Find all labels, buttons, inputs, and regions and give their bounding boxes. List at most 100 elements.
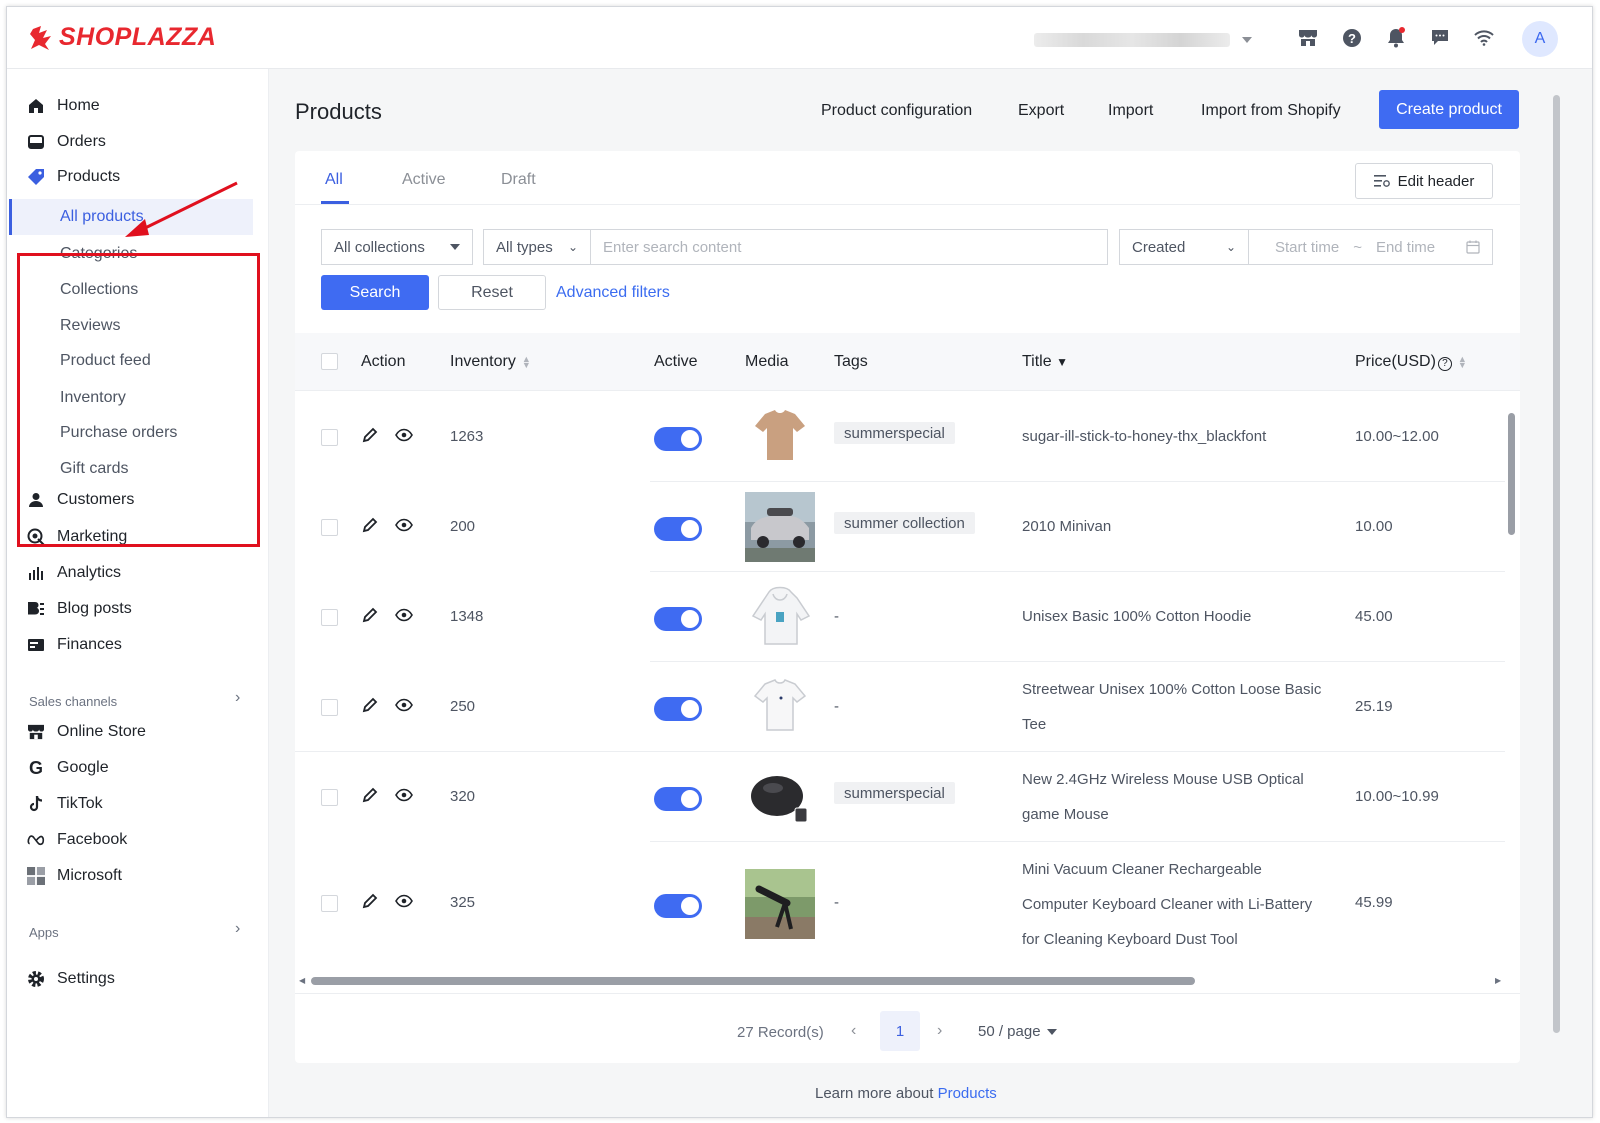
search-button[interactable]: Search (321, 275, 429, 310)
scroll-left-icon[interactable]: ◀ (299, 976, 305, 985)
row-checkbox[interactable] (321, 699, 338, 716)
help-icon[interactable]: ? (1341, 27, 1363, 49)
collections-select[interactable]: All collections (321, 229, 473, 265)
table-horizontal-scrollbar[interactable] (311, 977, 1195, 985)
sidebar-item-online-store[interactable]: Online Store (27, 719, 146, 745)
product-image-tee[interactable] (745, 672, 815, 742)
product-title[interactable]: sugar-ill-stick-to-honey-thx_blackfont (1022, 419, 1332, 454)
edit-icon[interactable] (361, 696, 379, 718)
shoplazza-logo[interactable]: SHOPLAZZA (29, 23, 216, 52)
sidebar-item-blog-posts[interactable]: Blog posts (27, 596, 132, 622)
sort-icon[interactable]: ▲ ▼ (522, 354, 531, 369)
active-toggle[interactable] (654, 607, 702, 631)
page-size-select[interactable]: 50 / page (978, 1023, 1057, 1040)
edit-icon[interactable] (361, 516, 379, 538)
table-row[interactable]: 1348 - Unisex Basic 100% Cotton Hoodie 4… (295, 572, 1505, 662)
date-type-select[interactable]: Created ⌄ (1119, 229, 1249, 265)
types-select[interactable]: All types ⌄ (483, 229, 591, 265)
chevron-down-icon: ⌄ (1225, 240, 1236, 254)
create-product-button[interactable]: Create product (1379, 90, 1519, 129)
avatar[interactable]: A (1522, 21, 1558, 57)
view-icon[interactable] (395, 608, 413, 626)
row-checkbox[interactable] (321, 429, 338, 446)
chevron-right-icon[interactable]: › (235, 689, 240, 707)
sidebar-item-products[interactable]: Products (27, 164, 120, 190)
product-title[interactable]: Unisex Basic 100% Cotton Hoodie (1022, 599, 1332, 634)
table-row[interactable]: 250 - Streetwear Unisex 100% Cotton Loos… (295, 662, 1505, 752)
table-row[interactable]: 320 summerspecial New 2.4GHz Wireless Mo… (295, 752, 1505, 842)
import-from-shopify-link[interactable]: Import from Shopify (1201, 102, 1341, 120)
active-toggle[interactable] (654, 517, 702, 541)
tab-all[interactable]: All (325, 171, 343, 189)
next-page-icon[interactable]: › (937, 1022, 942, 1040)
date-range-picker[interactable]: Start time ~ End time (1248, 229, 1493, 265)
active-toggle[interactable] (654, 787, 702, 811)
edit-icon[interactable] (361, 892, 379, 914)
chevron-right-icon[interactable]: › (235, 920, 240, 938)
view-icon[interactable] (395, 518, 413, 536)
view-icon[interactable] (395, 698, 413, 716)
import-link[interactable]: Import (1108, 102, 1153, 120)
store-icon[interactable] (1297, 27, 1319, 49)
product-configuration-link[interactable]: Product configuration (821, 102, 972, 120)
edit-icon[interactable] (361, 786, 379, 808)
table-row[interactable]: 325 - Mini Vacuum Cleaner Rechargeable C… (295, 842, 1505, 967)
select-all-checkbox[interactable] (321, 353, 338, 370)
bell-icon[interactable] (1385, 27, 1407, 49)
sidebar-item-orders[interactable]: Orders (27, 129, 106, 155)
advanced-filters-link[interactable]: Advanced filters (556, 284, 670, 302)
row-checkbox[interactable] (321, 609, 338, 626)
view-icon[interactable] (395, 428, 413, 446)
sidebar-item-facebook[interactable]: Facebook (27, 827, 127, 853)
product-title[interactable]: Mini Vacuum Cleaner Rechargeable Compute… (1022, 852, 1332, 957)
sidebar-item-tiktok[interactable]: TikTok (27, 791, 103, 817)
view-icon[interactable] (395, 894, 413, 912)
sort-icon[interactable]: ▲ ▼ (1458, 354, 1467, 369)
edit-header-button[interactable]: Edit header (1355, 163, 1493, 199)
current-page[interactable]: 1 (880, 1011, 920, 1051)
product-image-hoodie[interactable] (745, 582, 815, 652)
scroll-right-icon[interactable]: ▶ (1495, 976, 1501, 985)
sidebar-item-analytics[interactable]: Analytics (27, 560, 121, 586)
export-link[interactable]: Export (1018, 102, 1064, 120)
product-title[interactable]: New 2.4GHz Wireless Mouse USB Optical ga… (1022, 762, 1332, 832)
chat-icon[interactable] (1429, 27, 1451, 49)
active-toggle[interactable] (654, 697, 702, 721)
product-image-vacuum[interactable] (745, 869, 815, 939)
sidebar-item-settings[interactable]: Settings (27, 966, 115, 992)
sidebar-item-finances[interactable]: Finances (27, 632, 122, 658)
wifi-icon[interactable] (1473, 27, 1495, 49)
column-inventory[interactable]: Inventory ▲ ▼ (450, 353, 531, 371)
active-toggle[interactable] (654, 894, 702, 918)
sidebar-item-home[interactable]: Home (27, 93, 100, 119)
row-checkbox[interactable] (321, 789, 338, 806)
edit-icon[interactable] (361, 426, 379, 448)
column-title[interactable]: Title ▼ (1022, 353, 1068, 371)
tab-draft[interactable]: Draft (501, 171, 536, 189)
prev-page-icon[interactable]: ‹ (851, 1022, 856, 1040)
sidebar-item-google[interactable]: G Google (27, 755, 109, 781)
reset-button[interactable]: Reset (438, 275, 546, 310)
active-toggle[interactable] (654, 427, 702, 451)
page-scrollbar[interactable] (1553, 95, 1560, 1033)
column-price[interactable]: Price(USD)? ▲ ▼ (1355, 353, 1467, 371)
product-image-minivan[interactable] (745, 492, 815, 562)
table-vertical-scrollbar[interactable] (1508, 413, 1515, 535)
sidebar-item-microsoft[interactable]: Microsoft (27, 863, 122, 889)
product-title[interactable]: 2010 Minivan (1022, 509, 1332, 544)
sort-desc-icon[interactable]: ▼ (1056, 355, 1068, 369)
view-icon[interactable] (395, 788, 413, 806)
table-row[interactable]: 1263 summerspecial sugar-ill-stick-to-ho… (295, 392, 1505, 482)
table-row[interactable]: 200 summer collection 2010 Minivan 10.00 (295, 482, 1505, 572)
tab-active[interactable]: Active (402, 171, 446, 189)
row-checkbox[interactable] (321, 895, 338, 912)
row-checkbox[interactable] (321, 519, 338, 536)
learn-products-link[interactable]: Products (938, 1085, 997, 1102)
product-image-tshirt[interactable] (745, 402, 815, 472)
product-image-mouse[interactable] (745, 762, 815, 832)
info-icon[interactable]: ? (1437, 357, 1452, 371)
search-input[interactable]: Enter search content (590, 229, 1108, 265)
store-selector[interactable] (1034, 31, 1264, 49)
edit-icon[interactable] (361, 606, 379, 628)
product-title[interactable]: Streetwear Unisex 100% Cotton Loose Basi… (1022, 672, 1332, 742)
